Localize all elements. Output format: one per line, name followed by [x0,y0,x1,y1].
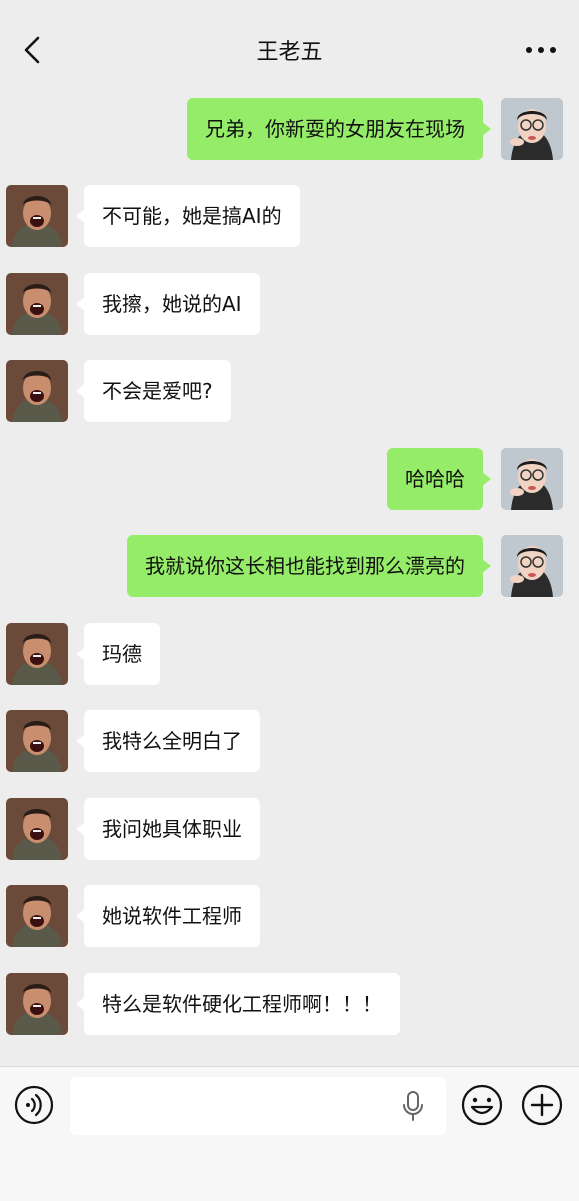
message-bubble[interactable]: 特么是软件硬化工程师啊！！！ [76,973,400,1035]
avatar-contact[interactable] [6,623,68,685]
avatar-contact[interactable] [6,798,68,860]
avatar-contact[interactable] [6,885,68,947]
message-row-incoming: 特么是软件硬化工程师啊！！！ [0,973,579,1037]
avatar-self[interactable] [501,448,563,510]
message-row-outgoing: 我就说你这长相也能找到那么漂亮的 [0,535,579,599]
message-bubble[interactable]: 不可能，她是搞AI的 [76,185,300,247]
message-bubble[interactable]: 哈哈哈 [387,448,491,510]
voice-button[interactable] [14,1085,54,1125]
chat-title: 王老五 [256,40,323,65]
message-bubble[interactable]: 她说软件工程师 [76,885,260,947]
avatar-contact[interactable] [6,973,68,1035]
message-row-incoming: 不会是爱吧? [0,360,579,424]
message-row-incoming: 我问她具体职业 [0,798,579,862]
emoji-button[interactable] [460,1083,504,1127]
avatar-contact[interactable] [6,185,68,247]
message-bubble[interactable]: 不会是爱吧? [76,360,231,422]
message-bubble[interactable]: 玛德 [76,623,160,685]
avatar-contact[interactable] [6,360,68,422]
more-button[interactable] [521,36,561,64]
message-bubble[interactable]: 我问她具体职业 [76,798,260,860]
message-bubble[interactable]: 我就说你这长相也能找到那么漂亮的 [127,535,491,597]
plus-button[interactable] [520,1083,564,1127]
avatar-self[interactable] [501,535,563,597]
avatar-self[interactable] [501,98,563,160]
more-dots-icon [526,47,556,53]
avatar-contact[interactable] [6,273,68,335]
message-list[interactable]: 兄弟，你新耍的女朋友在现场 不可能，她是搞AI的 我擦，她说的AI 不会是爱吧?… [0,90,579,1065]
message-row-incoming: 玛德 [0,623,579,687]
message-bubble[interactable]: 兄弟，你新耍的女朋友在现场 [187,98,491,160]
message-row-outgoing: 兄弟，你新耍的女朋友在现场 [0,98,579,162]
chat-header: 王老五 [0,0,579,90]
message-input[interactable] [70,1077,446,1135]
input-bar [0,1066,579,1201]
message-bubble[interactable]: 我擦，她说的AI [76,273,260,335]
message-bubble[interactable]: 我特么全明白了 [76,710,260,772]
message-row-incoming: 我擦，她说的AI [0,273,579,337]
message-row-outgoing: 哈哈哈 [0,448,579,512]
emoji-icon [461,1084,503,1126]
message-row-incoming: 她说软件工程师 [0,885,579,949]
voice-icon [14,1085,54,1125]
message-row-incoming: 我特么全明白了 [0,710,579,774]
avatar-contact[interactable] [6,710,68,772]
message-row-incoming: 不可能，她是搞AI的 [0,185,579,249]
microphone-icon[interactable] [398,1089,428,1123]
plus-icon [521,1084,563,1126]
